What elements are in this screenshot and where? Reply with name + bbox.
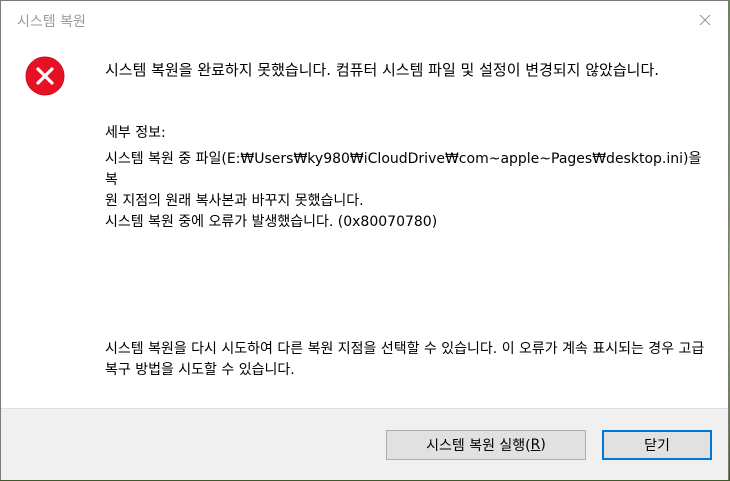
run-restore-accelerator: R [530,437,541,453]
run-restore-suffix: ) [540,437,546,453]
close-button[interactable]: 닫기 [602,430,712,460]
close-button-label: 닫기 [644,438,670,454]
run-system-restore-button[interactable]: 시스템 복원 실행(R) [386,430,586,460]
system-restore-error-dialog: 시스템 복원 시스템 복원을 완료하지 못했습니다. 컴퓨터 시스템 파일 및 … [0,0,729,480]
advice-text: 시스템 복원을 다시 시도하여 다른 복원 지점을 선택할 수 있습니다. 이 … [105,341,705,378]
error-icon [25,56,65,96]
title-bar[interactable]: 시스템 복원 [1,1,728,39]
close-window-button[interactable] [682,1,728,39]
button-footer: 시스템 복원 실행(R) 닫기 [1,408,728,480]
details-line: 원 지점의 원래 복사본과 바꾸지 못했습니다. [105,193,364,209]
details-text: 시스템 복원 중 파일(E:₩Users₩ky980₩iCloudDrive₩c… [105,149,717,233]
details-label: 세부 정보: [105,125,166,141]
close-icon [699,14,711,26]
main-error-message: 시스템 복원을 완료하지 못했습니다. 컴퓨터 시스템 파일 및 설정이 변경되… [105,61,660,79]
details-line: 시스템 복원 중에 오류가 발생했습니다. (0x80070780) [105,214,438,230]
details-line: 시스템 복원 중 파일(E:₩Users₩ky980₩iCloudDrive₩c… [105,151,702,188]
window-title: 시스템 복원 [17,14,86,30]
run-restore-label: 시스템 복원 실행( [426,438,531,454]
